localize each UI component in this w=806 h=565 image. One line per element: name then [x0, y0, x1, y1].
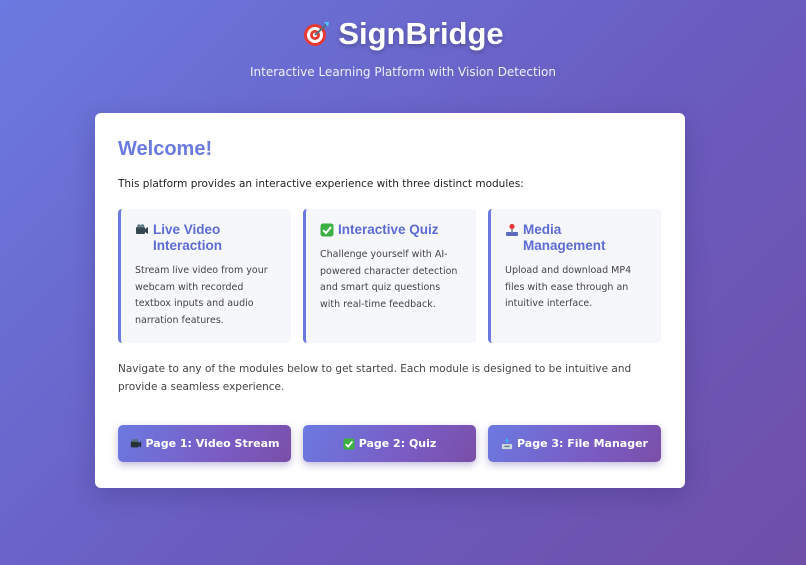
module-title-label: Live Video Interaction — [153, 222, 223, 253]
app-subtitle: Interactive Learning Platform with Visio… — [250, 65, 556, 79]
inbox-tray-icon — [501, 437, 513, 450]
button-label: Page 3: File Manager — [517, 437, 648, 450]
welcome-heading: Welcome! — [118, 138, 213, 160]
page2-quiz-button[interactable]: Page 2: Quiz — [303, 425, 476, 462]
navigation-buttons: Page 1: Video Stream Page 2: Quiz Page 3… — [118, 425, 662, 462]
module-card-quiz: Interactive Quiz Challenge yourself with… — [303, 209, 476, 343]
module-description: Challenge yourself with AI-powered chara… — [320, 249, 458, 310]
module-title-video: Live Video Interaction — [135, 222, 277, 254]
check-mark-icon — [343, 437, 355, 450]
joystick-icon — [505, 223, 519, 237]
module-title-quiz: Interactive Quiz — [320, 222, 462, 238]
module-title-label: Media Management — [523, 222, 606, 253]
module-description: Upload and download MP4 files with ease … — [505, 265, 632, 309]
intro-text: This platform provides an interactive ex… — [118, 178, 524, 190]
video-camera-icon — [130, 438, 142, 450]
app-title: SignBridge — [338, 16, 504, 51]
target-dart-icon — [302, 20, 330, 48]
button-label: Page 1: Video Stream — [145, 437, 280, 450]
header: SignBridge Interactive Learning Platform… — [0, 14, 806, 79]
button-label: Page 2: Quiz — [358, 437, 437, 450]
title-row: SignBridge — [0, 14, 806, 54]
modules-list: Live Video Interaction Stream live video… — [118, 209, 662, 343]
navigation-text: Navigate to any of the modules below to … — [118, 363, 632, 393]
welcome-card: Welcome! This platform provides an inter… — [95, 113, 685, 488]
module-title-media: Media Management — [505, 222, 647, 254]
module-card-media: Media Management Upload and download MP4… — [488, 209, 661, 343]
page3-file-manager-button[interactable]: Page 3: File Manager — [488, 425, 661, 462]
module-description: Stream live video from your webcam with … — [135, 265, 268, 326]
video-camera-icon — [135, 223, 149, 237]
module-title-label: Interactive Quiz — [338, 222, 439, 237]
check-mark-icon — [320, 223, 334, 237]
module-card-video: Live Video Interaction Stream live video… — [118, 209, 291, 343]
page1-video-stream-button[interactable]: Page 1: Video Stream — [118, 425, 291, 462]
